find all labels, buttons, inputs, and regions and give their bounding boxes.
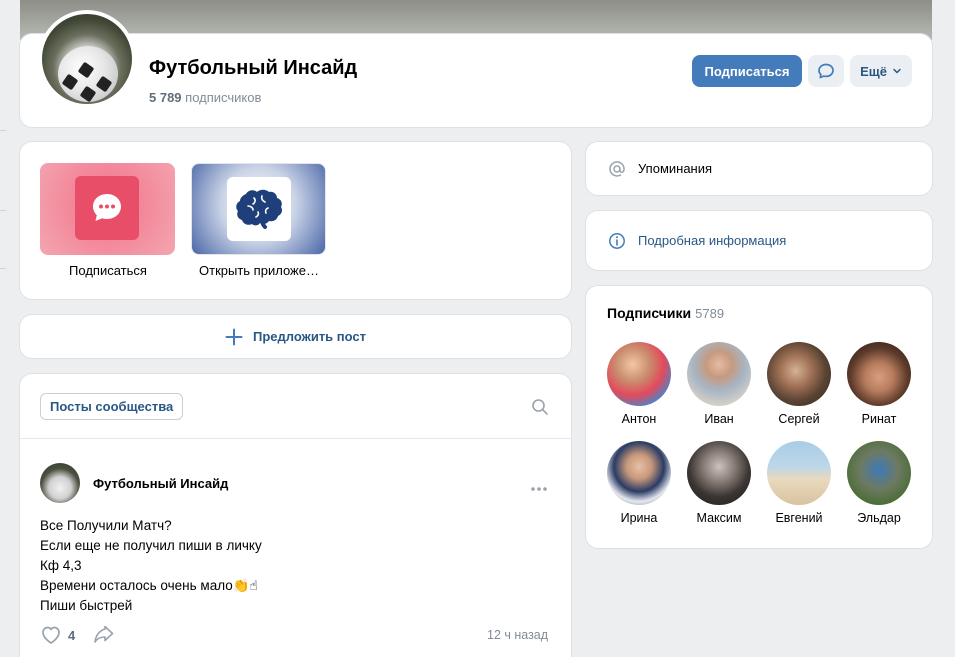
subscriber-avatar [607,441,671,505]
subscriber-name: Антон [621,412,657,426]
apps-block: Подписаться Открыть приложе… [20,142,571,299]
chevron-down-icon [893,68,901,74]
subscriber-avatar [767,441,831,505]
subscriber-name: Ринат [861,412,897,426]
subscriber-avatar [687,342,751,406]
subscribers-title: Подписчики [607,305,692,321]
post-time[interactable]: 12 ч назад [487,628,548,642]
group-name: Футбольный Инсайд [149,57,358,79]
subscriber-item[interactable]: Ирина [599,441,679,525]
subscriber-name: Евгений [775,511,823,525]
at-sign-icon [609,160,625,177]
posts-search-button[interactable] [531,398,549,421]
post-text: Все Получили Матч? Если еще не получил п… [40,516,540,616]
posts-block: Посты сообщества Футбольный Инсайд Все П… [20,374,571,657]
subscriber-name: Максим [696,511,742,525]
subscribers-header[interactable]: Подписчики 5789 [607,305,724,321]
football-image [58,46,118,103]
tab-community-posts[interactable]: Посты сообщества [40,393,184,420]
subscriber-item[interactable]: Сергей [759,342,839,426]
post-line: Все Получили Матч? [40,518,172,533]
subscribers-label: подписчиков [185,90,262,105]
message-icon [818,63,834,79]
post-menu-button[interactable] [530,479,548,497]
edge-mark [0,210,6,211]
app-open-tile[interactable] [191,163,326,255]
post-author-avatar[interactable] [40,463,80,503]
like-count: 4 [68,627,76,643]
mentions-link[interactable]: Упоминания [586,142,932,195]
info-icon [609,232,625,249]
message-button[interactable] [808,55,844,87]
brain-icon [236,189,282,229]
subscriber-item[interactable]: Антон [599,342,679,426]
search-icon [532,399,548,415]
suggest-post-button[interactable]: Предложить пост [20,315,571,358]
plus-icon [225,328,243,345]
group-avatar[interactable] [38,10,136,108]
app-open-icon-box [227,177,291,241]
subscriber-avatar [687,441,751,505]
subscribers-total: 5789 [695,306,725,321]
more-label: Ещё [860,63,887,79]
subscriber-avatar [847,441,911,505]
subscriber-name: Эльдар [857,511,901,525]
post-actions: 4 [40,625,115,645]
heart-icon[interactable] [40,625,62,645]
app-open-label[interactable]: Открыть приложе… [184,263,334,278]
suggest-post-label: Предложить пост [252,329,367,344]
app-subscribe-tile[interactable] [40,163,175,255]
more-button[interactable]: Ещё [850,55,912,87]
subscriber-name: Ирина [620,511,658,525]
subscriber-item[interactable]: Иван [679,342,759,426]
divider [20,438,571,439]
subscribers-count: 5 789 [149,90,182,105]
more-dots-icon [531,487,547,491]
post-line: Времени осталось очень мало👏☝ [40,578,258,593]
subscriber-item[interactable]: Максим [679,441,759,525]
subscriber-name: Сергей [778,412,820,426]
post-line: Кф 4,3 [40,558,82,573]
app-subscribe-icon-box [75,176,139,240]
detailed-info-link[interactable]: Подробная информация [586,211,932,270]
app-subscribe-label[interactable]: Подписаться [33,263,183,278]
mentions-label: Упоминания [638,161,713,176]
subscriber-item[interactable]: Ринат [839,342,919,426]
chat-bubble-icon [93,194,121,221]
post-line: Пиши быстрей [40,598,133,613]
detailed-info-label: Подробная информация [638,233,787,248]
group-subscribers[interactable]: 5 789 подписчиков [149,90,261,105]
post-author-name[interactable]: Футбольный Инсайд [93,476,228,491]
subscribers-block: Подписчики 5789 Антон Иван Сергей Ринат И… [586,286,932,548]
subscriber-avatar [607,342,671,406]
subscriber-avatar [847,342,911,406]
post-line: Если еще не получил пиши в личку [40,538,262,553]
subscriber-item[interactable]: Эльдар [839,441,919,525]
subscriber-avatar [767,342,831,406]
subscriber-name: Иван [704,412,734,426]
share-icon[interactable] [93,625,115,645]
subscribe-button[interactable]: Подписаться [692,55,802,87]
edge-mark [0,130,6,131]
subscriber-item[interactable]: Евгений [759,441,839,525]
edge-mark [0,268,6,269]
